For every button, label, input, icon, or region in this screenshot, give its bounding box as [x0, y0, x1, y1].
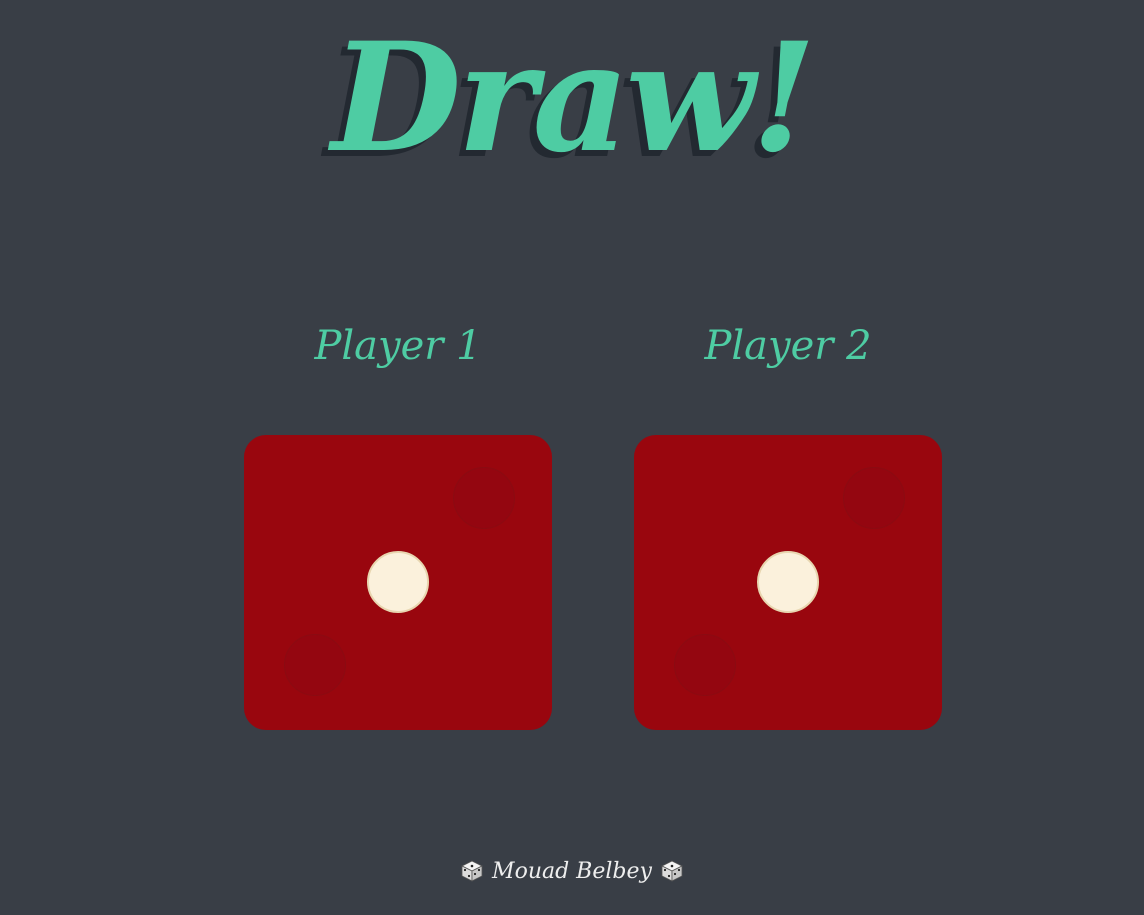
footer: Mouad Belbey: [0, 852, 1144, 892]
die-pip-inactive: [453, 467, 515, 529]
die-pip-inactive: [674, 634, 736, 696]
player-2-label: Player 2: [704, 323, 872, 369]
result-title: Draw!: [331, 10, 816, 186]
die-pip-inactive: [284, 634, 346, 696]
die-pip-inactive: [843, 467, 905, 529]
dice-icon: [660, 857, 684, 882]
player-1-section: Player 1: [244, 0, 552, 915]
dice-icon: [460, 857, 484, 882]
player-2-die: [634, 435, 942, 730]
author-name: Mouad Belbey: [492, 859, 652, 884]
player-1-die: [244, 435, 552, 730]
die-pip: [367, 551, 429, 613]
player-2-section: Player 2: [634, 0, 942, 915]
die-pip: [757, 551, 819, 613]
player-1-label: Player 1: [314, 323, 482, 369]
